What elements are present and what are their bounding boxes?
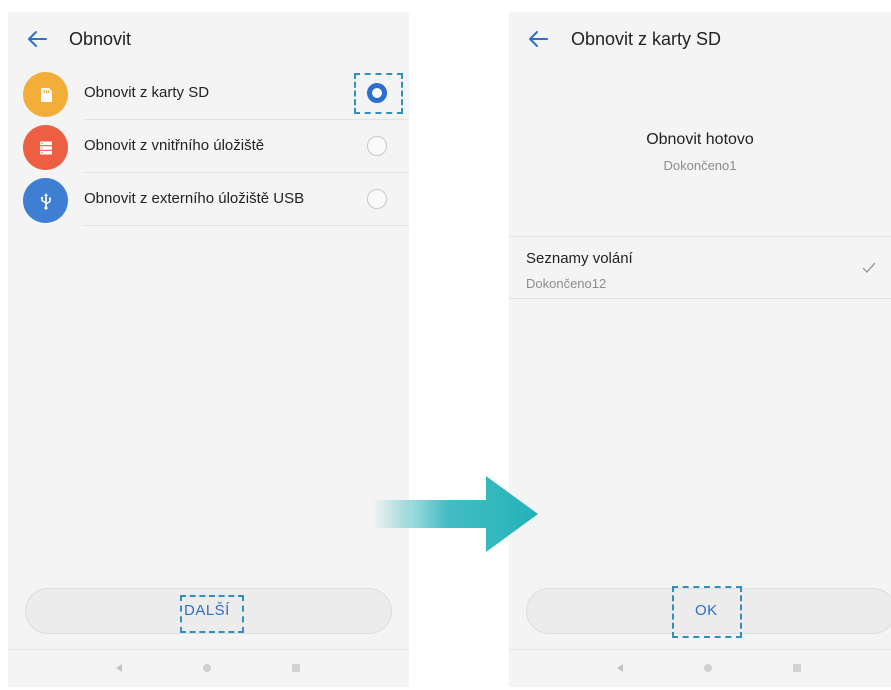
- next-button-label: DALŠÍ: [184, 602, 230, 619]
- divider: [509, 298, 891, 299]
- app-bar: Obnovit z karty SD: [509, 12, 891, 68]
- item-subtitle: Dokončeno12: [526, 276, 607, 291]
- nav-recent-icon[interactable]: [793, 664, 801, 672]
- ok-button-label: OK: [695, 602, 718, 619]
- option-label: Obnovit z karty SD: [84, 84, 210, 101]
- status-subtitle: Dokončeno1: [663, 158, 737, 173]
- navigation-bar: [509, 649, 891, 690]
- checkmark-icon: [862, 262, 876, 274]
- nav-recent-icon[interactable]: [292, 664, 300, 672]
- page-title: Obnovit: [69, 29, 132, 49]
- nav-back-icon[interactable]: [116, 664, 122, 672]
- radio-unselected[interactable]: [367, 136, 387, 156]
- transition-arrow-icon: [372, 476, 538, 552]
- back-arrow-icon[interactable]: [527, 28, 549, 50]
- nav-home-icon[interactable]: [203, 664, 211, 672]
- option-internal-storage[interactable]: Obnovit z vnitřního úložiště: [8, 120, 409, 173]
- back-arrow-icon[interactable]: [26, 28, 48, 50]
- status-title: Obnovit hotovo: [646, 131, 754, 148]
- option-usb-storage[interactable]: Obnovit z externího úložiště USB: [8, 173, 409, 226]
- divider: [509, 236, 891, 237]
- item-title: Seznamy volání: [526, 250, 633, 267]
- next-button[interactable]: DALŠÍ: [25, 588, 392, 634]
- option-label: Obnovit z vnitřního úložiště: [84, 137, 265, 154]
- sd-card-icon: [23, 72, 68, 117]
- option-label: Obnovit z externího úložiště USB: [84, 190, 305, 207]
- usb-icon: [23, 178, 68, 223]
- radio-selected[interactable]: [367, 83, 387, 103]
- nav-home-icon[interactable]: [704, 664, 712, 672]
- option-sd-card[interactable]: Obnovit z karty SD: [8, 67, 409, 120]
- divider: [84, 225, 409, 226]
- restore-screen: Obnovit Obnovit z karty SD Obnovit z vni…: [8, 12, 409, 687]
- radio-unselected[interactable]: [367, 189, 387, 209]
- storage-icon: [23, 125, 68, 170]
- nav-back-icon[interactable]: [617, 664, 623, 672]
- restore-result-screen: Obnovit z karty SD Obnovit hotovo Dokonč…: [509, 12, 891, 687]
- navigation-bar: [8, 649, 409, 690]
- ok-button[interactable]: OK: [526, 588, 891, 634]
- page-title: Obnovit z karty SD: [571, 29, 722, 49]
- app-bar: Obnovit: [8, 12, 409, 68]
